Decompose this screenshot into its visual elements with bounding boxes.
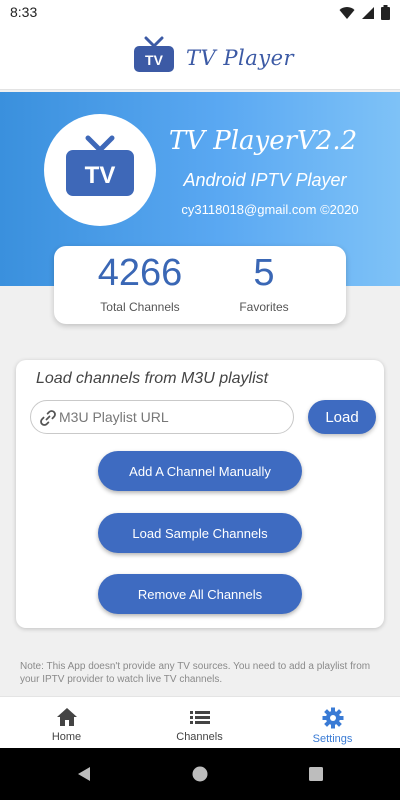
gear-icon	[322, 707, 343, 729]
disclaimer-note: Note: This App doesn't provide any TV so…	[20, 661, 371, 685]
nav-home[interactable]: Home	[0, 697, 133, 749]
home-icon	[56, 708, 77, 726]
total-channels-value: 4266	[97, 252, 183, 294]
load-sample-channels-button[interactable]: Load Sample Channels	[98, 513, 302, 553]
nav-channels[interactable]: Channels	[133, 697, 266, 749]
battery-icon	[381, 5, 390, 20]
status-time: 8:33	[10, 4, 38, 20]
wifi-icon	[339, 6, 355, 20]
recents-icon[interactable]	[308, 766, 324, 787]
hero-title: TV PlayerV2.2	[168, 126, 358, 156]
hero-contact: cy3118018@gmail.com ©2020	[181, 202, 359, 217]
remove-all-channels-button[interactable]: Remove All Channels	[98, 574, 302, 614]
stats-card: 4266 Total Channels 5 Favorites	[54, 246, 346, 324]
nav-settings[interactable]: Settings	[266, 697, 399, 749]
system-nav-bar	[0, 748, 400, 800]
hero-logo-text: TV	[85, 162, 116, 189]
favorites-stat: 5 Favorites	[204, 250, 324, 314]
load-button[interactable]: Load	[308, 400, 376, 434]
nav-settings-label: Settings	[312, 733, 353, 745]
playlist-heading: Load channels from M3U playlist	[36, 370, 269, 387]
hero-subtitle: Android IPTV Player	[183, 170, 347, 190]
home-circle-icon[interactable]	[192, 766, 208, 787]
tv-icon: TV	[66, 135, 134, 196]
url-input-container	[30, 400, 294, 434]
tv-logo-icon: TV	[132, 36, 176, 79]
list-icon	[189, 711, 210, 724]
bottom-nav: Home Channels Settings	[0, 696, 400, 748]
status-icons	[339, 5, 390, 20]
app-logo-text: TV	[145, 52, 164, 68]
back-icon[interactable]	[76, 766, 92, 787]
nav-home-label: Home	[51, 731, 82, 743]
app-bar: TV TV Player	[0, 24, 400, 90]
add-channel-button[interactable]: Add A Channel Manually	[98, 451, 302, 491]
signal-icon	[361, 6, 375, 20]
hero-logo: TV	[44, 114, 156, 226]
total-channels-stat: 4266 Total Channels	[80, 250, 200, 314]
favorites-label: Favorites	[239, 300, 289, 314]
nav-channels-label: Channels	[176, 731, 223, 743]
status-bar: 8:33	[0, 0, 400, 24]
playlist-card: Load channels from M3U playlist Load Add…	[16, 360, 384, 628]
link-icon	[39, 409, 57, 432]
total-channels-label: Total Channels	[100, 300, 180, 314]
app-title: TV Player	[186, 46, 295, 70]
favorites-value: 5	[253, 252, 275, 294]
playlist-url-input[interactable]	[59, 402, 287, 432]
